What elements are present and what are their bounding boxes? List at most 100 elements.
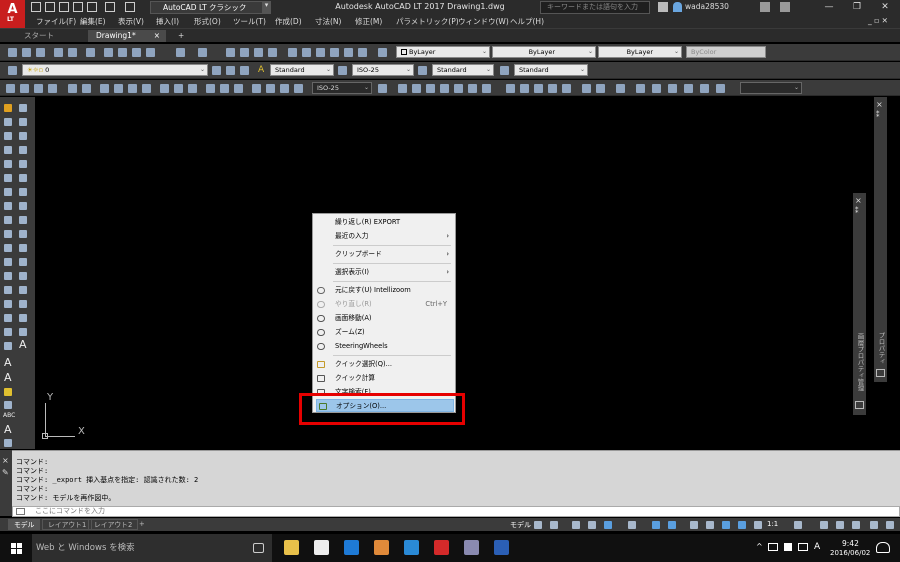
dim-baseline-icon[interactable] bbox=[128, 84, 137, 93]
file-explorer-icon[interactable] bbox=[284, 540, 299, 555]
wrench-icon[interactable]: ✎ bbox=[2, 468, 9, 477]
break-at-point-icon[interactable] bbox=[19, 258, 27, 266]
annotation-monitor-icon[interactable] bbox=[820, 521, 828, 529]
close-icon[interactable]: × bbox=[876, 100, 883, 109]
workspace-dropdown[interactable]: AutoCAD LT クラシック bbox=[150, 1, 270, 14]
word-icon[interactable] bbox=[494, 540, 509, 555]
menu-item-quick-calc[interactable]: クイック計算 bbox=[313, 372, 455, 385]
design-center-icon[interactable] bbox=[302, 48, 311, 57]
hatch-icon[interactable] bbox=[4, 300, 12, 308]
find-text-icon[interactable] bbox=[4, 388, 12, 396]
make-current-layer-icon[interactable] bbox=[212, 66, 221, 75]
join-icon[interactable] bbox=[19, 286, 27, 294]
table-icon[interactable] bbox=[19, 328, 27, 336]
object-snap-tracking-icon[interactable] bbox=[652, 521, 660, 529]
new-tab-button[interactable]: + bbox=[170, 30, 192, 42]
dim-edit-icon[interactable] bbox=[266, 84, 275, 93]
make-block-icon[interactable] bbox=[4, 272, 12, 280]
autocad-lt-icon[interactable] bbox=[434, 540, 449, 555]
dim-update-icon[interactable] bbox=[294, 84, 303, 93]
osnap-none-icon[interactable] bbox=[582, 84, 591, 93]
polygon-icon[interactable] bbox=[4, 146, 12, 154]
layer-palette-strip[interactable]: × ⁑ 画層プロパティ管理 bbox=[853, 193, 866, 415]
lineweight-dropdown[interactable]: ByLayer ⌄ bbox=[598, 46, 682, 58]
dim-style-manager-icon[interactable] bbox=[378, 84, 387, 93]
close-button[interactable]: ✕ bbox=[871, 0, 899, 15]
osnap-extension-icon[interactable] bbox=[440, 84, 449, 93]
quick-calc-icon[interactable] bbox=[358, 48, 367, 57]
menu-modify[interactable]: 修正(M) bbox=[355, 16, 382, 27]
layer-previous-icon[interactable] bbox=[226, 66, 235, 75]
menu-insert[interactable]: 挿入(I) bbox=[156, 16, 179, 27]
extend-icon[interactable] bbox=[19, 244, 27, 252]
osnap-perpendicular-icon[interactable] bbox=[506, 84, 515, 93]
model-space-toggle[interactable]: モデル bbox=[510, 520, 531, 530]
menu-item-recent-input[interactable]: 最近の入力 › bbox=[313, 230, 455, 243]
pin-icon[interactable]: ⁑ bbox=[855, 207, 859, 215]
copy-icon[interactable] bbox=[118, 48, 127, 57]
menu-item-clipboard[interactable]: クリップボード › bbox=[313, 248, 455, 261]
scale-icon[interactable] bbox=[19, 202, 27, 210]
insert-block-icon[interactable] bbox=[4, 258, 12, 266]
text-edit-icon[interactable]: A bbox=[4, 371, 12, 384]
zoom-previous-icon[interactable] bbox=[268, 48, 277, 57]
ellipse-icon[interactable] bbox=[82, 84, 91, 93]
move-icon[interactable] bbox=[19, 174, 27, 182]
line-icon[interactable] bbox=[6, 84, 15, 93]
menu-draw[interactable]: 作成(D) bbox=[275, 16, 302, 27]
osnap-tangent-icon[interactable] bbox=[482, 84, 491, 93]
dim-continue-icon[interactable] bbox=[142, 84, 151, 93]
lineweight-icon[interactable] bbox=[690, 521, 698, 529]
visual-style-dropdown[interactable]: ⌄ bbox=[740, 82, 802, 94]
construction-line-icon[interactable] bbox=[4, 118, 12, 126]
dim-text-edit-icon[interactable] bbox=[280, 84, 289, 93]
menu-window[interactable]: ウィンドウ(W) bbox=[458, 16, 509, 27]
pan-icon[interactable] bbox=[226, 48, 235, 57]
text-style-dropdown[interactable]: Standard ⌄ bbox=[270, 64, 334, 76]
customization-menu-icon[interactable] bbox=[886, 521, 894, 529]
circle-icon[interactable] bbox=[68, 84, 77, 93]
redo-icon[interactable] bbox=[198, 48, 207, 57]
user-icon[interactable] bbox=[673, 2, 682, 12]
bounding-box-icon[interactable] bbox=[700, 84, 709, 93]
tab-model[interactable]: モデル bbox=[8, 519, 41, 530]
osnap-intersection-icon[interactable] bbox=[426, 84, 435, 93]
properties-palette-strip[interactable]: × ⁑ プロパティ bbox=[874, 97, 887, 382]
polyline-icon[interactable] bbox=[4, 132, 12, 140]
menu-dimension[interactable]: 寸法(N) bbox=[315, 16, 341, 27]
osnap-endpoint-icon[interactable] bbox=[398, 84, 407, 93]
save-icon[interactable] bbox=[36, 48, 45, 57]
store-icon[interactable] bbox=[314, 540, 329, 555]
ortho-icon[interactable] bbox=[572, 521, 580, 529]
menu-edit[interactable]: 編集(E) bbox=[80, 16, 106, 27]
command-input[interactable]: ここにコマンドを入力 bbox=[12, 506, 900, 517]
tool-palettes-icon[interactable] bbox=[316, 48, 325, 57]
exchange-icon[interactable] bbox=[760, 2, 770, 12]
dim-radius-icon[interactable] bbox=[174, 84, 183, 93]
group-icon[interactable] bbox=[636, 84, 645, 93]
cut-icon[interactable] bbox=[104, 48, 113, 57]
save-icon[interactable] bbox=[59, 2, 69, 12]
gradient-icon[interactable] bbox=[4, 314, 12, 322]
command-line-handle[interactable]: × ✎ bbox=[0, 450, 12, 516]
app-menu-button[interactable]: A LT bbox=[0, 0, 25, 28]
menu-item-isolate[interactable]: 選択表示(I) › bbox=[313, 266, 455, 279]
match-properties-icon[interactable] bbox=[146, 48, 155, 57]
undo-icon[interactable] bbox=[176, 48, 185, 57]
zoom-window-icon[interactable] bbox=[254, 48, 263, 57]
isodraft-icon[interactable] bbox=[628, 521, 636, 529]
open-file-icon[interactable] bbox=[45, 2, 55, 12]
user-name[interactable]: wada28530 bbox=[685, 2, 729, 11]
sheet-set-icon[interactable] bbox=[330, 48, 339, 57]
tab-layout1[interactable]: レイアウト1 bbox=[42, 519, 93, 530]
tolerance-icon[interactable] bbox=[234, 84, 243, 93]
taskbar-search[interactable]: Web と Windows を検索 bbox=[32, 534, 272, 562]
object-snap-icon[interactable] bbox=[668, 521, 676, 529]
region-icon[interactable] bbox=[4, 328, 12, 336]
selection-cycle-icon[interactable] bbox=[716, 84, 725, 93]
table-style-dropdown[interactable]: Standard ⌄ bbox=[432, 64, 494, 76]
clean-screen-icon[interactable] bbox=[870, 521, 878, 529]
ellipse-icon[interactable] bbox=[4, 230, 12, 238]
spline-icon[interactable] bbox=[4, 216, 12, 224]
osnap-quadrant-icon[interactable] bbox=[468, 84, 477, 93]
